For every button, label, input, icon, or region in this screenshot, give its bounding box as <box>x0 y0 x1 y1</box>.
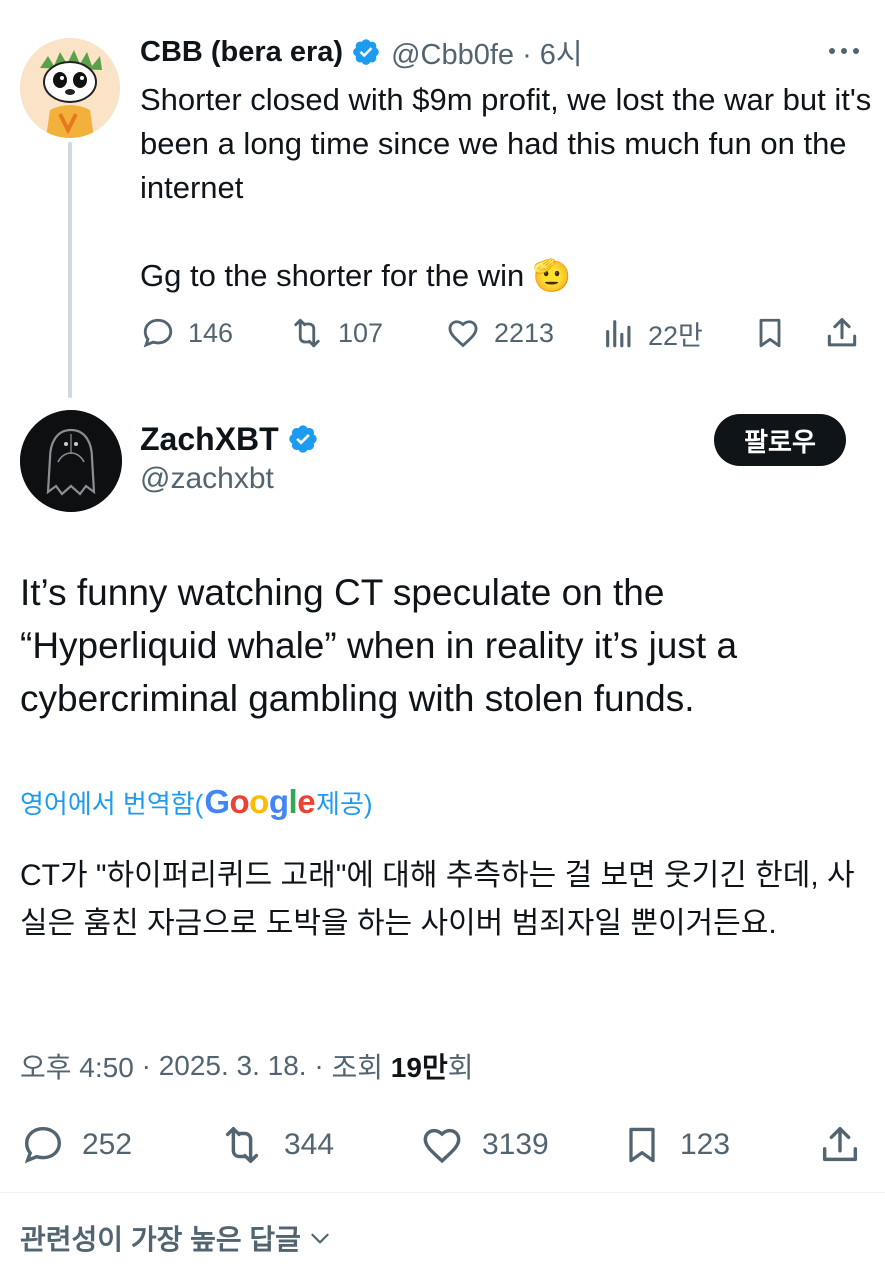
comment-icon <box>24 1126 62 1164</box>
reply-share-button[interactable] <box>823 312 861 354</box>
tweet-meta: 오후 4:50 · 2025. 3. 18. · 조회 19만 회 <box>20 1046 473 1086</box>
main-author-name-row: ZachXBT <box>140 418 319 460</box>
repost-icon <box>294 318 320 348</box>
reply-like-button[interactable]: 2213 <box>444 312 554 354</box>
thread-connector-line <box>68 142 72 398</box>
share-icon <box>827 318 857 347</box>
main-like-button[interactable]: 3139 <box>418 1122 549 1168</box>
comment-icon <box>143 318 173 348</box>
main-reply-button[interactable]: 252 <box>20 1122 132 1168</box>
verified-badge-icon <box>289 425 317 453</box>
views-bar-chart-icon <box>606 320 631 348</box>
share-icon <box>822 1126 858 1162</box>
main-share-button[interactable] <box>817 1122 863 1168</box>
views-count[interactable]: 19만 <box>391 1046 448 1086</box>
bookmark-icon <box>629 1127 655 1163</box>
main-author-name[interactable]: ZachXBT <box>140 421 279 458</box>
reply-bookmark-button[interactable] <box>752 312 788 354</box>
reply-time: 6시 <box>539 39 583 71</box>
hooded-ghost-avatar-icon <box>20 410 122 512</box>
reply-action-bar: 146 107 2213 22만 <box>140 312 865 354</box>
tweet-time[interactable]: 오후 4:50 <box>20 1046 134 1086</box>
replies-sort-dropdown[interactable]: 관련성이 가장 높은 답글 <box>20 1218 333 1258</box>
bookmark-icon <box>759 318 781 348</box>
divider <box>0 1192 885 1193</box>
reply-header: CBB (bera era) @Cbb0fe · 6시 <box>140 32 583 72</box>
main-action-bar: 252 344 3139 123 <box>20 1122 865 1168</box>
repost-icon <box>225 1126 259 1164</box>
main-author-handle[interactable]: @zachxbt <box>140 462 274 496</box>
reply-author-name[interactable]: CBB (bera era) <box>140 36 343 69</box>
reply-views-button[interactable]: 22만 <box>602 312 703 354</box>
translation-attribution[interactable]: 영어에서 번역함( Google 제공) <box>20 780 373 824</box>
reply-repost-button[interactable]: 107 <box>288 312 383 354</box>
reply-tweet-text: Shorter closed with $9m profit, we lost … <box>140 82 872 293</box>
follow-button[interactable]: 팔로우 <box>714 414 846 466</box>
heart-icon <box>448 320 478 348</box>
more-options-icon[interactable] <box>827 44 861 58</box>
main-bookmark-button[interactable]: 123 <box>620 1122 730 1168</box>
google-logo: Google <box>204 783 316 820</box>
reply-author-handle[interactable]: @Cbb0fe · 6시 <box>391 31 583 73</box>
heart-icon <box>423 1128 461 1164</box>
tweet-date[interactable]: 2025. 3. 18. <box>159 1050 307 1082</box>
main-repost-button[interactable]: 344 <box>216 1122 334 1168</box>
cartoon-dog-avatar-icon <box>20 38 120 138</box>
cbb-avatar[interactable] <box>20 38 120 138</box>
zachxbt-avatar[interactable] <box>20 410 122 512</box>
verified-badge-icon <box>353 39 379 65</box>
reply-reply-button[interactable]: 146 <box>140 312 233 354</box>
translated-tweet-text: CT가 "하이퍼리퀴드 고래"에 대해 추측하는 걸 보면 웃기긴 한데, 사실… <box>20 859 855 940</box>
chevron-down-icon <box>311 1233 329 1244</box>
main-tweet-text: It’s funny watching CT speculate on the … <box>20 572 738 719</box>
